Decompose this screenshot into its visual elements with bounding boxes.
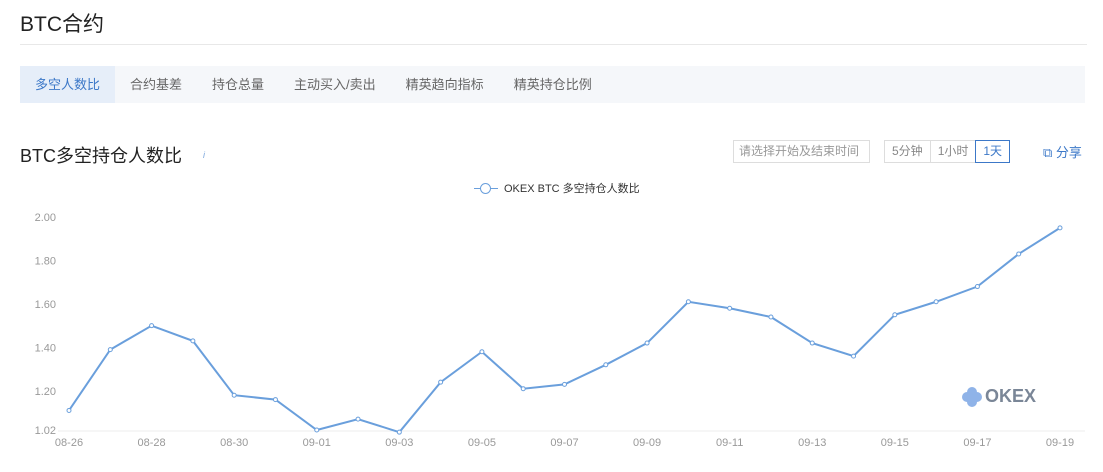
data-point: [396, 429, 402, 435]
y-tick-label: 1.20: [35, 386, 56, 398]
data-point: [644, 340, 650, 346]
data-point: [272, 397, 278, 403]
data-point: [438, 379, 444, 385]
interval-1d-button[interactable]: 1天: [975, 140, 1011, 163]
data-point: [520, 386, 526, 392]
x-tick-label: 08-28: [138, 437, 166, 449]
data-point: [892, 312, 898, 318]
series-line: [68, 227, 1061, 434]
x-tick-label: 09-05: [468, 437, 496, 449]
x-tick-label: 09-19: [1046, 437, 1074, 449]
data-point: [809, 340, 815, 346]
y-tick-label: 1.60: [35, 299, 56, 311]
line-chart: 1.02 1.20 1.40 1.60 1.80 2.00 08-26 08-28 08-30 0…: [35, 212, 1085, 449]
data-point: [974, 284, 980, 290]
data-point: [1016, 251, 1022, 257]
data-point: [107, 347, 113, 353]
data-point: [231, 392, 237, 398]
x-tick-label: 09-09: [633, 437, 661, 449]
y-tick-label: 1.80: [35, 255, 56, 267]
data-point: [149, 323, 155, 329]
data-point: [603, 362, 609, 368]
x-tick-label: 09-01: [303, 437, 331, 449]
x-tick-label: 08-26: [55, 437, 83, 449]
data-point: [1057, 225, 1063, 231]
x-tick-label: 09-11: [716, 437, 743, 449]
x-tick-label: 08-30: [220, 437, 248, 449]
data-point: [727, 305, 733, 311]
okex-watermark: OKEX: [962, 386, 1036, 407]
watermark-text: OKEX: [985, 386, 1037, 406]
x-tick-label: 09-07: [550, 437, 578, 449]
data-point: [190, 338, 196, 344]
x-tick-label: 09-17: [963, 437, 991, 449]
y-tick-label: 1.02: [35, 425, 56, 437]
data-point: [314, 427, 320, 433]
x-tick-label: 09-03: [385, 437, 413, 449]
x-tick-label: 09-13: [798, 437, 826, 449]
y-tick-label: 1.40: [35, 342, 56, 354]
data-point: [851, 353, 857, 359]
data-point: [768, 314, 774, 320]
data-point: [685, 299, 691, 305]
x-tick-label: 09-15: [881, 437, 909, 449]
okex-logo-icon: [962, 386, 982, 407]
data-point: [66, 407, 72, 413]
y-tick-label: 2.00: [35, 212, 56, 224]
data-point: [562, 381, 567, 387]
data-point: [479, 349, 485, 355]
data-point: [355, 416, 361, 422]
data-point: [933, 299, 939, 305]
